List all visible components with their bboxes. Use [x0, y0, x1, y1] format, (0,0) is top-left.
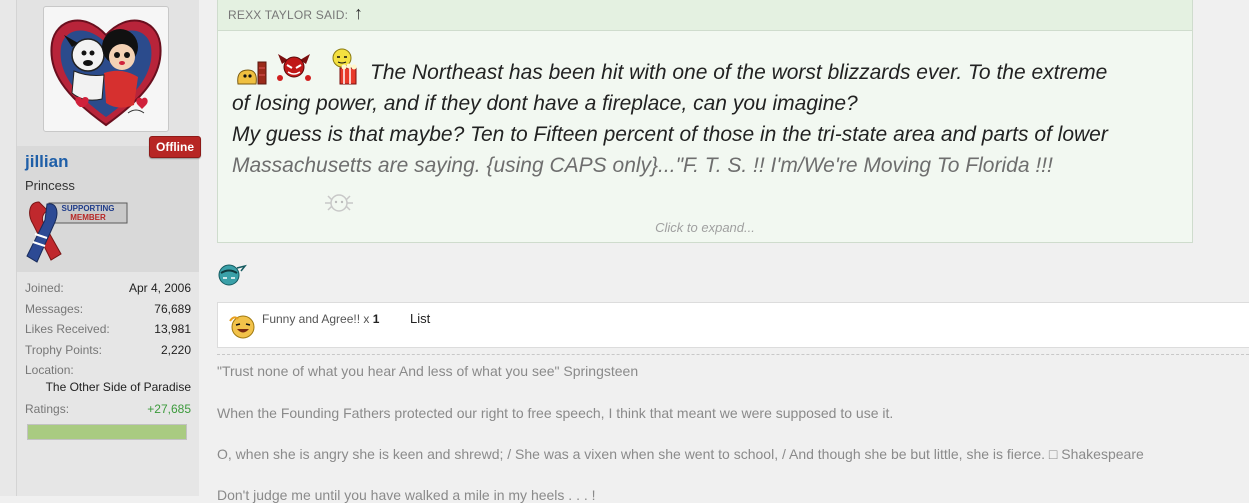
avatar-image — [50, 19, 162, 127]
reactions-list-link[interactable]: List — [410, 311, 430, 326]
stat-value: Apr 4, 2006 — [128, 281, 191, 295]
stat-label: Messages: — [25, 302, 84, 316]
quote-author: REXX TAYLOR SAID: — [228, 8, 349, 22]
stat-messages: Messages: 76,689 — [25, 302, 191, 320]
ribbon-icon: SUPPORTING MEMBER — [26, 201, 128, 263]
fireplace-smiley-icon — [237, 61, 267, 85]
supporting-member-badge: SUPPORTING MEMBER — [25, 198, 129, 268]
sleepy-face-icon — [218, 264, 247, 286]
signature-line: O, when she is angry she is keen and shr… — [217, 446, 1144, 462]
reaction-label: Funny and Agree!! — [262, 312, 361, 326]
stat-location-value: The Other Side of Paradise — [25, 380, 191, 398]
popcorn-smiley-icon — [332, 48, 357, 85]
supporting-badge-line2: MEMBER — [70, 213, 106, 222]
snowflake-smiley-icon — [325, 194, 353, 212]
signature-line: When the Founding Fathers protected our … — [217, 405, 894, 421]
click-to-expand-link[interactable]: Click to expand... — [218, 220, 1192, 235]
stat-value: 13,981 — [154, 322, 191, 336]
stat-location: Location: — [25, 363, 191, 381]
rating-bar-fill — [28, 425, 186, 439]
username-link[interactable]: jillian — [25, 152, 68, 172]
stat-label: Joined: — [25, 281, 64, 295]
rating-bar — [27, 424, 187, 440]
user-stats: Joined: Apr 4, 2006 Messages: 76,689 Lik… — [17, 272, 199, 496]
supporting-badge-line1: SUPPORTING — [62, 204, 115, 213]
user-sidebar: jillian Princess SUPPORTING MEMBER Offli… — [17, 0, 201, 496]
stat-value[interactable]: 76,689 — [154, 302, 191, 316]
ratings-value[interactable]: +27,685 — [147, 402, 191, 416]
quote-line: The Northeast has been hit with one of t… — [370, 61, 1108, 84]
user-title: Princess — [25, 178, 75, 193]
devil-smiley-icon — [277, 54, 311, 81]
signature-separator — [217, 354, 1249, 355]
quote-line: of losing power, and if they dont have a… — [232, 92, 858, 115]
signature-line: Don't judge me until you have walked a m… — [217, 487, 596, 503]
stat-label: Ratings: — [25, 402, 70, 416]
stat-ratings: Ratings: +27,685 — [25, 402, 191, 420]
stat-trophy-points: Trophy Points: 2,220 — [25, 343, 191, 361]
laughing-face-icon — [229, 315, 255, 339]
stat-joined: Joined: Apr 4, 2006 — [25, 281, 191, 299]
location-link[interactable]: The Other Side of Paradise — [46, 380, 191, 394]
reactions-bar: Funny and Agree!! x 1 List — [217, 302, 1249, 348]
quote-header: REXX TAYLOR SAID: ↑ — [218, 0, 1192, 31]
avatar[interactable] — [43, 6, 169, 132]
quote-block[interactable]: REXX TAYLOR SAID: ↑ The Northeast has be… — [217, 0, 1193, 243]
quote-line: Massachusetts are saying. {using CAPS on… — [232, 154, 1053, 177]
reaction-count: 1 — [372, 312, 380, 326]
smiley-icons-row — [237, 48, 357, 85]
left-edge-strip — [0, 0, 17, 496]
signature-line: "Trust none of what you hear And less of… — [217, 363, 639, 379]
stat-likes-received: Likes Received: 13,981 — [25, 322, 191, 340]
reaction-multiplier: x — [363, 312, 370, 326]
stat-label: Likes Received: — [25, 322, 110, 336]
jump-to-quote-arrow-icon[interactable]: ↑ — [354, 3, 363, 24]
user-info-block: jillian Princess SUPPORTING MEMBER — [17, 146, 199, 272]
reaction-summary[interactable]: Funny and Agree!! x 1 — [262, 312, 379, 326]
stat-label: Location: — [25, 363, 74, 377]
stat-label: Trophy Points: — [25, 343, 102, 357]
stat-value[interactable]: 2,220 — [161, 343, 191, 357]
offline-status-badge: Offline — [149, 136, 201, 158]
quote-line: My guess is that maybe? Ten to Fifteen p… — [232, 123, 1108, 146]
